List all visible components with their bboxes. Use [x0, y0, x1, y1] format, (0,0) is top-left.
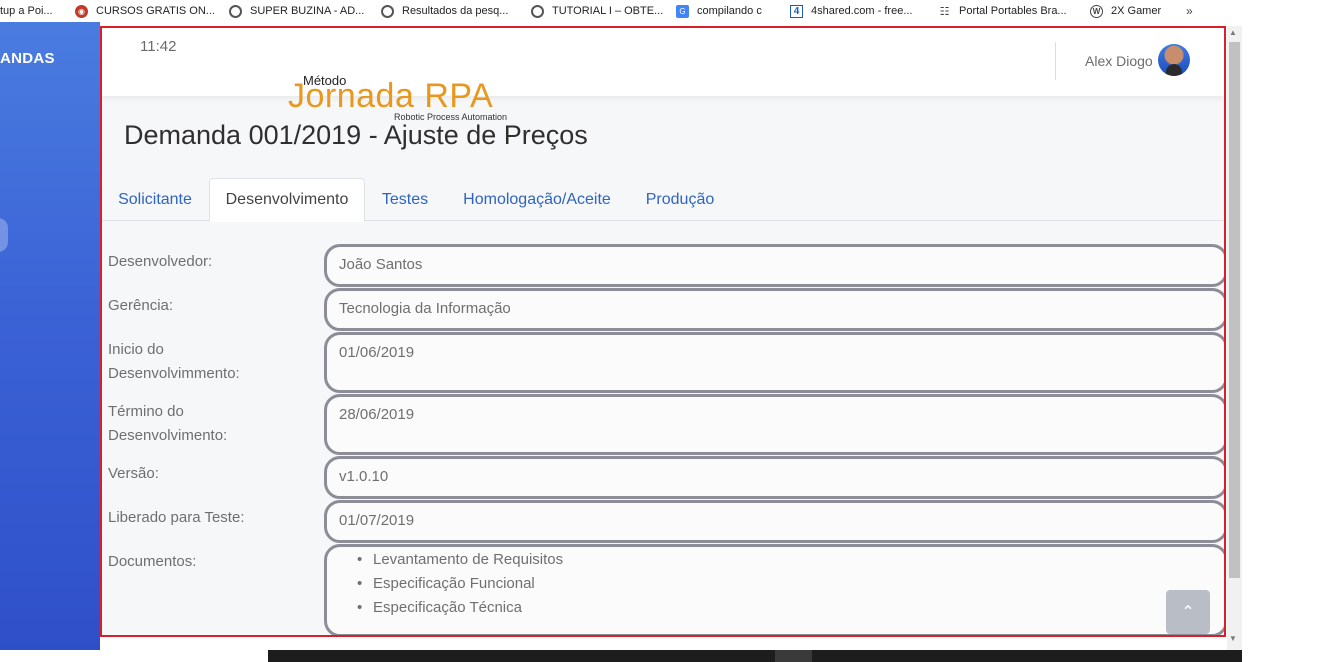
bookmark-item[interactable]: W 2X Gamer: [1090, 0, 1161, 22]
4shared-icon: 4: [790, 4, 803, 18]
globe-icon: [531, 4, 544, 18]
bookmarks-more-button[interactable]: »: [1186, 0, 1193, 22]
navbar-divider: [1055, 42, 1056, 80]
management-label: Gerência:: [108, 297, 174, 314]
tab-solicitante[interactable]: Solicitante: [102, 178, 208, 221]
chevron-double-right-icon: »: [1186, 4, 1193, 18]
bookmark-label: tup a Poi...: [0, 5, 53, 17]
bookmark-label: compilando c: [697, 5, 762, 17]
tab-testes[interactable]: Testes: [371, 178, 439, 221]
developer-label: Desenvolvedor:: [108, 253, 213, 270]
globe-icon: [229, 4, 242, 18]
sidebar-toggle[interactable]: [0, 218, 8, 252]
documents-field[interactable]: Levantamento de Requisitos Especificação…: [324, 544, 1224, 635]
documents-list: Levantamento de Requisitos Especificação…: [339, 547, 1224, 620]
bookmark-label: 4shared.com - free...: [811, 5, 913, 17]
main-frame: 11:42 Alex Diogo Método Jornada RPA Robo…: [100, 26, 1226, 637]
taskbar-item[interactable]: [775, 650, 812, 662]
version-field[interactable]: v1.0.10: [324, 456, 1224, 499]
bookmark-item[interactable]: SUPER BUZINA - AD...: [229, 0, 364, 22]
logo-title: Jornada RPA: [288, 77, 494, 115]
scrollbar-thumb[interactable]: [1229, 42, 1240, 578]
management-field[interactable]: Tecnologia da Informação: [324, 288, 1224, 331]
developer-field[interactable]: João Santos: [324, 244, 1224, 287]
bookmark-label: CURSOS GRATIS ON...: [96, 5, 215, 17]
list-item[interactable]: Levantamento de Requisitos: [357, 548, 1224, 572]
cursos-icon: ◉: [75, 4, 88, 18]
dev-start-field[interactable]: 01/06/2019: [324, 332, 1224, 393]
page-title: Demanda 001/2019 - Ajuste de Preços: [124, 120, 588, 150]
released-for-test-label: Liberado para Teste:: [108, 509, 245, 526]
sidebar-title: ANDAS: [0, 50, 55, 67]
tab-desenvolvimento[interactable]: Desenvolvimento: [209, 178, 365, 222]
bookmark-label: 2X Gamer: [1111, 5, 1162, 17]
bookmark-item[interactable]: 4 4shared.com - free...: [790, 0, 913, 22]
bookmarks-bar: tup a Poi... ◉ CURSOS GRATIS ON... SUPER…: [0, 0, 1325, 22]
wordpress-icon: W: [1090, 4, 1103, 18]
tab-bar: Solicitante Desenvolvimento Testes Homol…: [102, 178, 1224, 222]
avatar[interactable]: [1158, 44, 1190, 76]
bookmark-item[interactable]: ☷ Portal Portables Bra...: [938, 0, 1067, 22]
dev-end-field[interactable]: 28/06/2019: [324, 394, 1224, 455]
sidebar: ANDAS: [0, 22, 100, 650]
bookmark-label: Resultados da pesq...: [402, 5, 509, 17]
scroll-down-arrow-icon[interactable]: ▼: [1229, 634, 1237, 643]
version-label: Versão:: [108, 465, 159, 482]
top-navbar: 11:42 Alex Diogo: [102, 28, 1224, 96]
translate-icon: G: [676, 4, 689, 18]
released-for-test-field[interactable]: 01/07/2019: [324, 500, 1224, 543]
tab-homologacao-aceite[interactable]: Homologação/Aceite: [453, 178, 621, 221]
bookmark-item[interactable]: tup a Poi...: [0, 0, 53, 22]
bookmark-item[interactable]: G compilando c: [676, 0, 762, 22]
scroll-to-top-button[interactable]: ⌃: [1166, 590, 1210, 634]
bookmark-item[interactable]: ◉ CURSOS GRATIS ON...: [75, 0, 215, 22]
bookmark-label: TUTORIAL I – OBTE...: [552, 5, 664, 17]
dev-end-label: Término do Desenvolvimento:: [108, 403, 228, 444]
scroll-up-arrow-icon[interactable]: ▲: [1229, 28, 1237, 37]
bookmark-item[interactable]: TUTORIAL I – OBTE...: [531, 0, 663, 22]
clock: 11:42: [140, 38, 177, 55]
dev-start-label: Inicio do Desenvolvimmento:: [108, 341, 240, 382]
globe-icon: [381, 4, 394, 18]
documents-label: Documentos:: [108, 553, 197, 570]
list-item[interactable]: Especificação Funcional: [357, 572, 1224, 596]
portal-icon: ☷: [939, 5, 950, 18]
taskbar: [268, 650, 1242, 662]
bookmark-label: SUPER BUZINA - AD...: [250, 5, 365, 17]
bookmark-label: Portal Portables Bra...: [959, 5, 1067, 17]
bookmark-item[interactable]: Resultados da pesq...: [381, 0, 508, 22]
tab-producao[interactable]: Produção: [637, 178, 723, 221]
chevron-up-icon: ⌃: [1181, 604, 1195, 621]
list-item[interactable]: Especificação Técnica: [357, 596, 1224, 620]
user-name[interactable]: Alex Diogo: [1085, 53, 1153, 69]
